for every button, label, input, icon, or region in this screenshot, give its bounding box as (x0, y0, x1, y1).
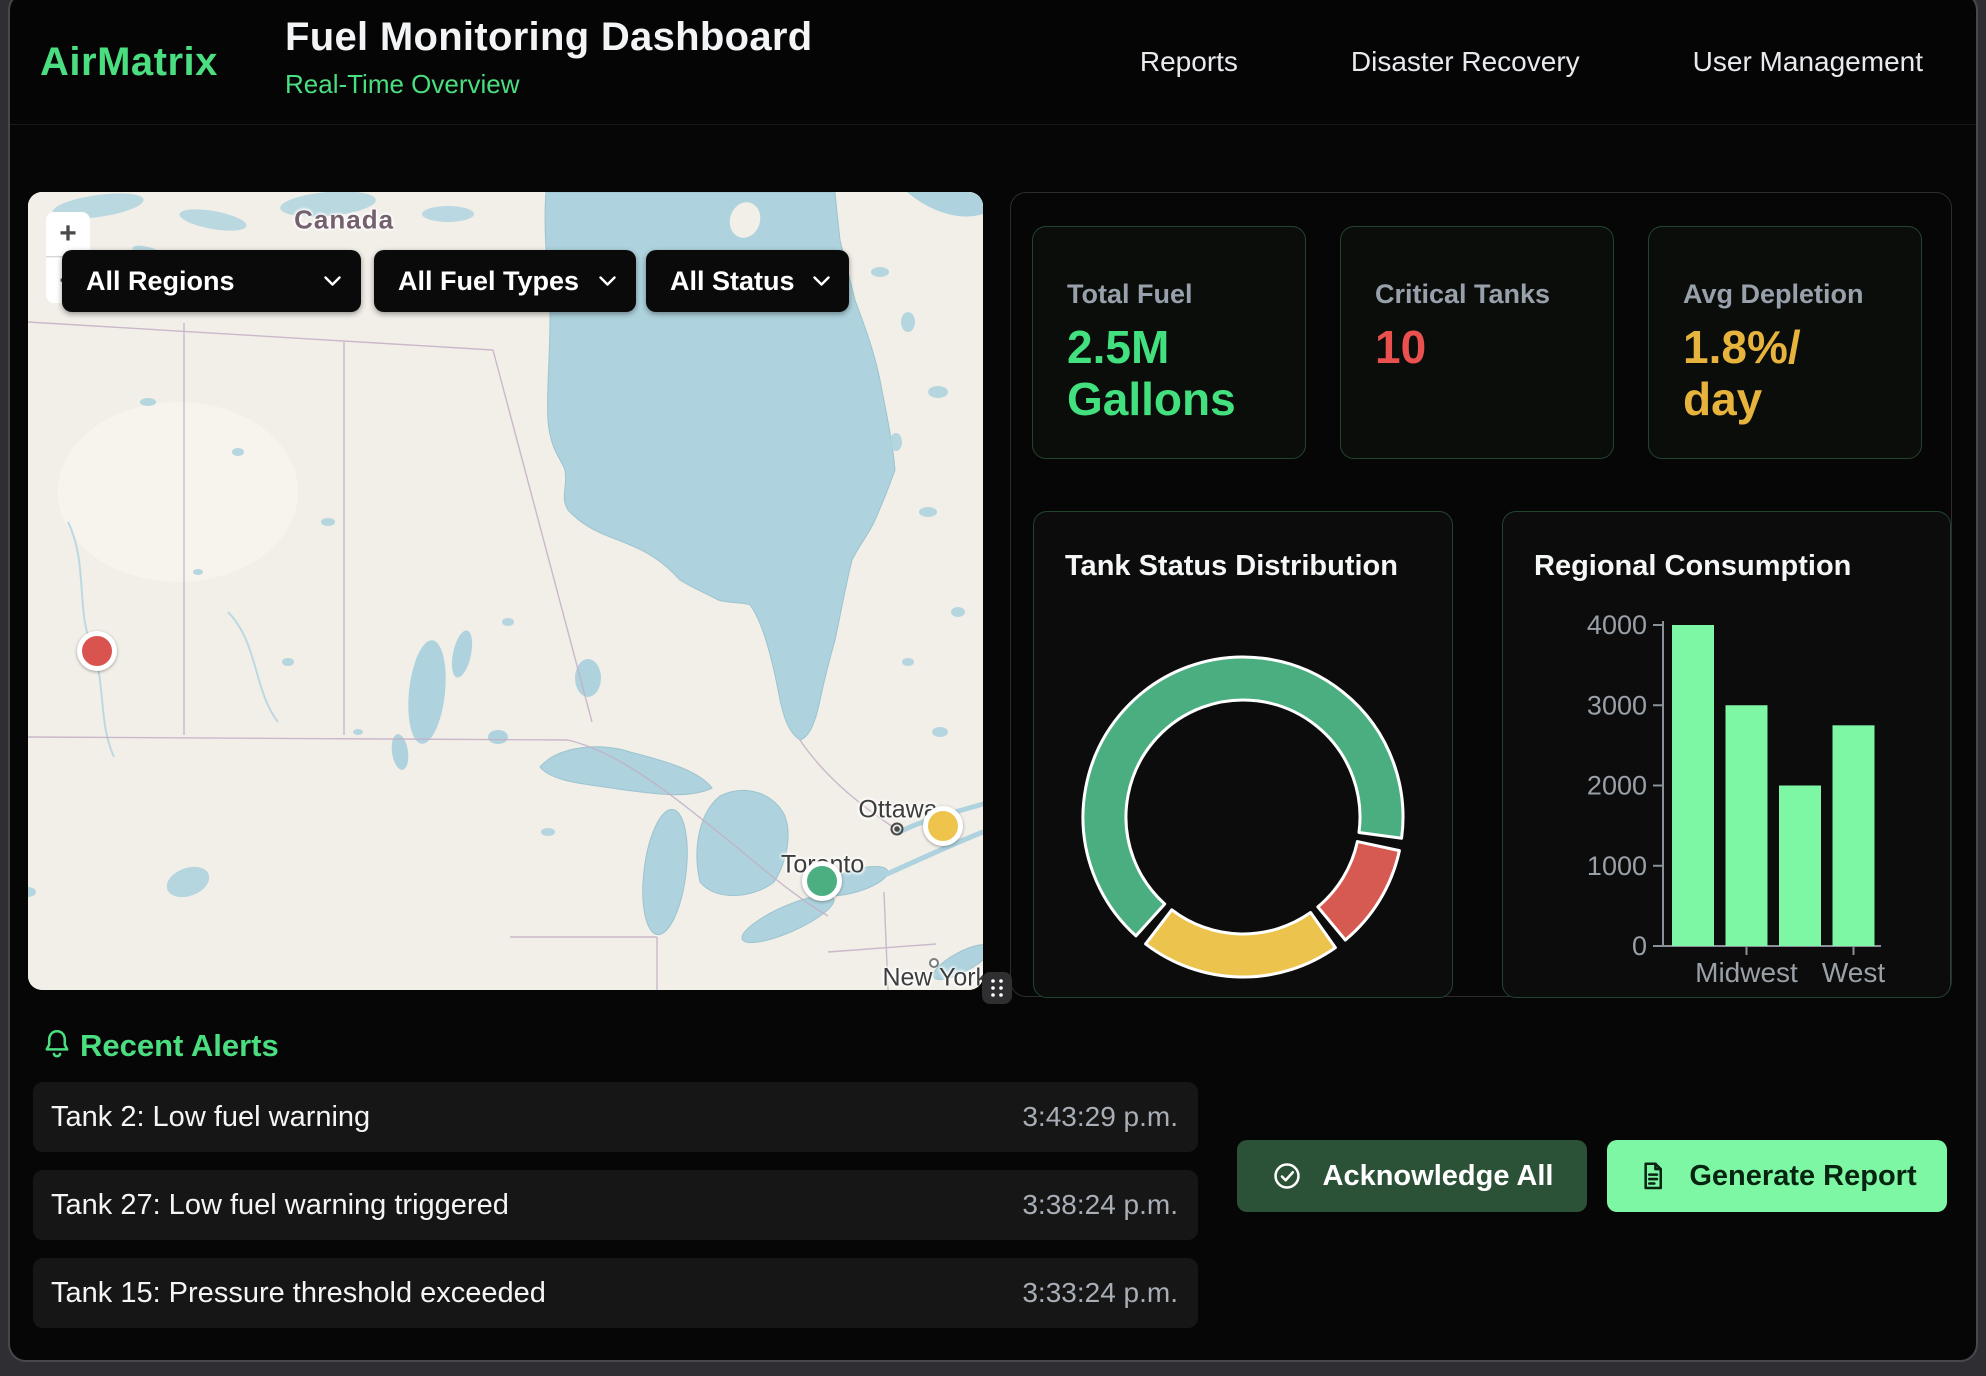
nav-item-disaster-recovery[interactable]: Disaster Recovery (1351, 46, 1580, 78)
acknowledge-all-label: Acknowledge All (1323, 1160, 1554, 1193)
y-axis-tick-label: 0 (1632, 931, 1647, 961)
x-axis-tick-label-west: West (1822, 957, 1885, 988)
acknowledge-all-button[interactable]: Acknowledge All (1237, 1140, 1587, 1212)
bar-region-1 (1726, 705, 1768, 946)
nav-item-reports[interactable]: Reports (1140, 46, 1238, 78)
stat-label: Avg Depletion (1683, 279, 1921, 310)
filter-dropdown-all-status[interactable]: All Status (646, 250, 849, 312)
chevron-down-icon (813, 276, 830, 287)
y-axis-tick-label: 2000 (1587, 771, 1647, 801)
donut-segment-critical (1318, 842, 1400, 940)
donut-segment-warning (1146, 910, 1336, 977)
app-logo: AirMatrix (40, 0, 218, 124)
filter-dropdown-all-fuel-types[interactable]: All Fuel Types (374, 250, 636, 312)
tank-marker-critical[interactable] (77, 631, 117, 671)
alert-timestamp: 3:43:29 p.m. (1022, 1101, 1178, 1133)
chevron-down-icon (599, 276, 616, 287)
alert-row[interactable]: Tank 2: Low fuel warning 3:43:29 p.m. (33, 1082, 1198, 1152)
page: AirMatrix Fuel Monitoring Dashboard Real… (0, 0, 1986, 1376)
header: AirMatrix Fuel Monitoring Dashboard Real… (10, 0, 1976, 125)
alert-message: Tank 2: Low fuel warning (51, 1101, 370, 1134)
stat-label: Critical Tanks (1375, 279, 1613, 310)
dashboard-panel: Total Fuel 2.5M Gallons Critical Tanks 10 Av… (1010, 192, 1952, 997)
filter-dropdown-all-regions[interactable]: All Regions (62, 250, 361, 312)
alerts-heading: Recent Alerts (80, 1028, 279, 1064)
map-resize-handle[interactable] (982, 972, 1012, 1004)
filter-dropdown-label: All Fuel Types (398, 266, 579, 297)
generate-report-button[interactable]: Generate Report (1607, 1140, 1947, 1212)
bell-icon (40, 1026, 74, 1062)
tank-marker-warning[interactable] (923, 806, 963, 846)
stat-value: 10 (1375, 322, 1613, 374)
regional-consumption-bar-chart: 0 1000 2000 3000 4000 Midwest West (1503, 512, 1952, 999)
generate-report-label: Generate Report (1689, 1160, 1916, 1193)
city-marker-new-york (929, 958, 939, 968)
page-subtitle: Real-Time Overview (285, 69, 812, 100)
stat-label: Total Fuel (1067, 279, 1305, 310)
regional-consumption-panel: Regional Consumption 01000200030004000Mi… (1502, 511, 1951, 998)
stat-value: 2.5M Gallons (1067, 322, 1305, 426)
stat-card-critical-tanks: Critical Tanks 10 (1340, 226, 1614, 459)
main-nav: Reports Disaster Recovery User Management (1140, 0, 1923, 124)
bar-region-2 (1779, 786, 1821, 947)
filter-dropdown-label: All Regions (86, 266, 235, 297)
page-title: Fuel Monitoring Dashboard (285, 15, 812, 60)
stat-card-total-fuel: Total Fuel 2.5M Gallons (1032, 226, 1306, 459)
y-axis-tick-label: 1000 (1587, 851, 1647, 881)
bar-region-3 (1833, 725, 1875, 946)
city-marker-ottawa (891, 822, 904, 835)
stat-card-avg-depletion: Avg Depletion 1.8%/ day (1648, 226, 1922, 459)
document-icon (1637, 1160, 1669, 1192)
alert-timestamp: 3:38:24 p.m. (1022, 1189, 1178, 1221)
grip-dots-icon (989, 977, 1005, 999)
alert-row[interactable]: Tank 15: Pressure threshold exceeded 3:33… (33, 1258, 1198, 1328)
tank-marker-normal[interactable] (802, 861, 842, 901)
tank-status-panel: Tank Status Distribution (1033, 511, 1453, 998)
y-axis-tick-label: 3000 (1587, 690, 1647, 720)
alert-row[interactable]: Tank 27: Low fuel warning triggered 3:38:… (33, 1170, 1198, 1240)
alert-message: Tank 27: Low fuel warning triggered (51, 1189, 509, 1222)
tank-status-donut-chart (1034, 512, 1454, 999)
nav-item-user-management[interactable]: User Management (1693, 46, 1923, 78)
map[interactable]: + − All RegionsAll Fuel TypesAll StatusC… (28, 192, 983, 990)
title-block: Fuel Monitoring Dashboard Real-Time Over… (285, 15, 812, 100)
alert-timestamp: 3:33:24 p.m. (1022, 1277, 1178, 1309)
x-axis-tick-label-midwest: Midwest (1695, 957, 1798, 988)
y-axis-tick-label: 4000 (1587, 610, 1647, 640)
bar-region-0 (1672, 625, 1714, 946)
filter-dropdown-label: All Status (670, 266, 795, 297)
check-circle-icon (1271, 1160, 1303, 1192)
chevron-down-icon (324, 276, 341, 287)
alert-message: Tank 15: Pressure threshold exceeded (51, 1277, 546, 1310)
stat-value: 1.8%/ day (1683, 322, 1921, 426)
